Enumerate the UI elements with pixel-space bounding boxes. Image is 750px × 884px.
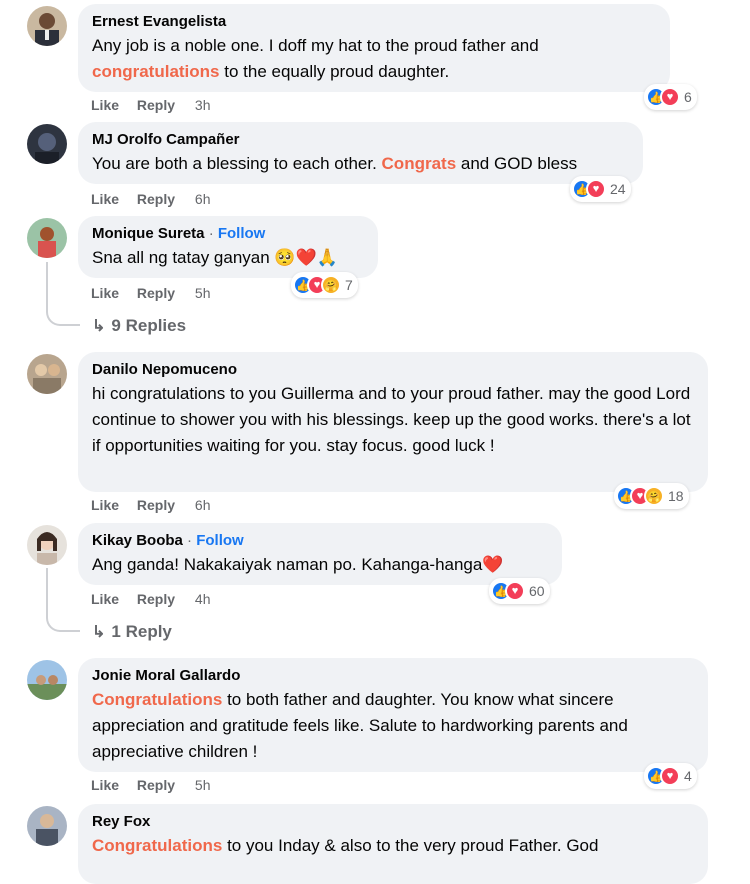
- thread-line: [46, 568, 48, 614]
- avatar[interactable]: [27, 124, 67, 164]
- love-icon: ♥: [505, 581, 525, 601]
- reaction-summary[interactable]: 👍 ♥ 6: [644, 84, 697, 110]
- like-button[interactable]: Like: [91, 191, 119, 207]
- thread-connector: [46, 306, 80, 326]
- like-button[interactable]: Like: [91, 497, 119, 513]
- avatar[interactable]: [27, 660, 67, 700]
- love-icon: ♥: [660, 87, 680, 107]
- view-replies-link[interactable]: ↳ 1 Reply: [92, 622, 172, 642]
- timestamp[interactable]: 4h: [195, 591, 211, 607]
- comment-text: You are both a blessing to each other. C…: [92, 154, 578, 173]
- timestamp[interactable]: 5h: [195, 777, 211, 793]
- reply-button[interactable]: Reply: [137, 285, 175, 301]
- avatar[interactable]: [27, 218, 67, 258]
- comment-author[interactable]: Danilo Nepomuceno: [92, 360, 694, 379]
- comment-bubble: Monique Sureta · Follow Sna all ng tatay…: [78, 216, 378, 278]
- comment-text: Any job is a noble one. I doff my hat to…: [92, 36, 539, 81]
- comment-bubble: Kikay Booba · Follow Ang ganda! Nakakaiy…: [78, 523, 562, 585]
- reaction-summary[interactable]: 👍 ♥ 🤗 7: [291, 272, 358, 298]
- comment-actions: Like Reply 3h: [91, 97, 225, 113]
- avatar[interactable]: [27, 6, 67, 46]
- avatar[interactable]: [27, 525, 67, 565]
- care-icon: 🤗: [321, 275, 341, 295]
- comment-author[interactable]: MJ Orolfo Campañer: [92, 130, 629, 149]
- reply-button[interactable]: Reply: [137, 777, 175, 793]
- reply-button[interactable]: Reply: [137, 591, 175, 607]
- follow-button[interactable]: Follow: [196, 532, 244, 549]
- timestamp[interactable]: 6h: [195, 497, 211, 513]
- follow-button[interactable]: Follow: [218, 225, 266, 242]
- author-name[interactable]: Monique Sureta: [92, 225, 205, 242]
- comment-bubble: Rey Fox Congratulations to you Inday & a…: [78, 804, 708, 884]
- comment-text: hi congratulations to you Guillerma and …: [92, 384, 691, 455]
- comment-text: Congratulations to you Inday & also to t…: [92, 836, 599, 855]
- avatar[interactable]: [27, 806, 67, 846]
- avatar[interactable]: [27, 354, 67, 394]
- comment-bubble: MJ Orolfo Campañer You are both a blessi…: [78, 122, 643, 184]
- comment-author[interactable]: Kikay Booba · Follow: [92, 531, 548, 550]
- reaction-count: 6: [684, 89, 692, 105]
- reaction-count: 24: [610, 181, 626, 197]
- comment-text: Ang ganda! Nakakaiyak naman po. Kahanga-…: [92, 555, 504, 574]
- comment-actions: Like Reply 6h: [91, 497, 225, 513]
- comment-actions: Like Reply 6h: [91, 191, 225, 207]
- comment-author[interactable]: Monique Sureta · Follow: [92, 224, 364, 243]
- reaction-summary[interactable]: 👍 ♥ 60: [489, 578, 550, 604]
- thread-connector: [46, 612, 80, 632]
- comment-author[interactable]: Jonie Moral Gallardo: [92, 666, 694, 685]
- separator: ·: [208, 225, 214, 242]
- comment-actions: Like Reply 5h: [91, 285, 225, 301]
- care-icon: 🤗: [644, 486, 664, 506]
- separator: ·: [187, 532, 193, 549]
- reply-arrow-icon: ↳: [92, 318, 106, 335]
- reaction-count: 4: [684, 768, 692, 784]
- comment-author[interactable]: Rey Fox: [92, 812, 694, 831]
- comment-actions: Like Reply 5h: [91, 777, 225, 793]
- timestamp[interactable]: 3h: [195, 97, 211, 113]
- reply-button[interactable]: Reply: [137, 497, 175, 513]
- reply-button[interactable]: Reply: [137, 191, 175, 207]
- reaction-summary[interactable]: 👍 ♥ 24: [570, 176, 631, 202]
- thread-line: [46, 262, 48, 308]
- reply-arrow-icon: ↳: [92, 624, 106, 641]
- love-icon: ♥: [660, 766, 680, 786]
- comment-bubble: Jonie Moral Gallardo Congratulations to …: [78, 658, 708, 772]
- like-button[interactable]: Like: [91, 285, 119, 301]
- timestamp[interactable]: 6h: [195, 191, 211, 207]
- comment-bubble: Danilo Nepomuceno hi congratulations to …: [78, 352, 708, 492]
- reaction-count: 7: [345, 277, 353, 293]
- comment-actions: Like Reply 4h: [91, 591, 225, 607]
- reaction-count: 60: [529, 583, 545, 599]
- reply-button[interactable]: Reply: [137, 97, 175, 113]
- reaction-count: 18: [668, 488, 684, 504]
- comment-text: Sna all ng tatay ganyan 🥺❤️🙏: [92, 248, 338, 267]
- love-icon: ♥: [586, 179, 606, 199]
- view-replies-link[interactable]: ↳ 9 Replies: [92, 316, 186, 336]
- like-button[interactable]: Like: [91, 777, 119, 793]
- reaction-summary[interactable]: 👍 ♥ 4: [644, 763, 697, 789]
- comment-text: Congratulations to both father and daugh…: [92, 690, 628, 761]
- comment-author[interactable]: Ernest Evangelista: [92, 12, 656, 31]
- comment-bubble: Ernest Evangelista Any job is a noble on…: [78, 4, 670, 92]
- like-button[interactable]: Like: [91, 591, 119, 607]
- like-button[interactable]: Like: [91, 97, 119, 113]
- author-name[interactable]: Kikay Booba: [92, 532, 183, 549]
- reaction-summary[interactable]: 👍 ♥ 🤗 18: [614, 483, 689, 509]
- timestamp[interactable]: 5h: [195, 285, 211, 301]
